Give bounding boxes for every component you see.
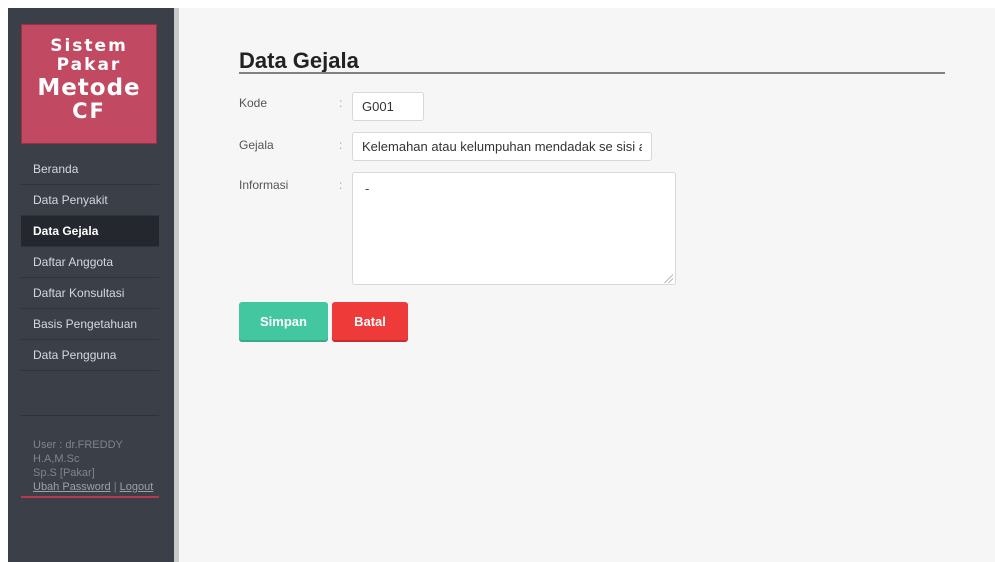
sidebar-item-beranda[interactable]: Beranda (21, 154, 159, 185)
user-role: Sp.S [Pakar] (33, 467, 95, 479)
sidebar-accent-divider (21, 496, 159, 498)
informasi-textarea[interactable]: - (352, 172, 676, 285)
sidebar: Sistem Pakar Metode CF Beranda Data Peny… (8, 8, 174, 562)
app-frame: Sistem Pakar Metode CF Beranda Data Peny… (8, 8, 995, 562)
sidebar-item-daftar-anggota[interactable]: Daftar Anggota (21, 247, 159, 278)
informasi-colon: : (339, 178, 343, 192)
textarea-resize-handle[interactable] (663, 273, 673, 283)
sidebar-divider (21, 415, 159, 416)
sidebar-item-basis-pengetahuan[interactable]: Basis Pengetahuan (21, 309, 159, 340)
informasi-label: Informasi (239, 178, 289, 192)
title-underline (239, 72, 945, 74)
logout-link[interactable]: Logout (120, 481, 154, 493)
logo-line-3: Metode (37, 75, 141, 101)
logo-line-4: CF (72, 99, 106, 123)
link-separator: | (113, 481, 117, 493)
user-info: User : dr.FREDDY H.A,M.Sc Sp.S [Pakar] U… (33, 438, 163, 494)
page-title: Data Gejala (239, 48, 359, 73)
change-password-link[interactable]: Ubah Password (33, 481, 111, 493)
sidebar-edge (174, 8, 179, 562)
kode-label: Kode (239, 96, 268, 110)
sidebar-item-daftar-konsultasi[interactable]: Daftar Konsultasi (21, 278, 159, 309)
cancel-button[interactable]: Batal (332, 302, 408, 340)
app-logo: Sistem Pakar Metode CF (21, 24, 157, 144)
user-links: Ubah Password | Logout (33, 480, 163, 494)
kode-colon: : (339, 96, 343, 110)
sidebar-menu: Beranda Data Penyakit Data Gejala Daftar… (21, 154, 159, 371)
user-name: User : dr.FREDDY H.A,M.Sc (33, 439, 123, 465)
gejala-label: Gejala (239, 138, 274, 152)
gejala-input[interactable] (352, 132, 652, 161)
save-button[interactable]: Simpan (239, 302, 328, 340)
gejala-colon: : (339, 138, 343, 152)
logo-line-1: Sistem (50, 36, 128, 56)
sidebar-item-data-gejala[interactable]: Data Gejala (21, 216, 159, 247)
sidebar-item-data-pengguna[interactable]: Data Pengguna (21, 340, 159, 371)
sidebar-item-data-penyakit[interactable]: Data Penyakit (21, 185, 159, 216)
kode-input[interactable] (352, 92, 424, 121)
logo-line-2: Pakar (56, 55, 122, 75)
